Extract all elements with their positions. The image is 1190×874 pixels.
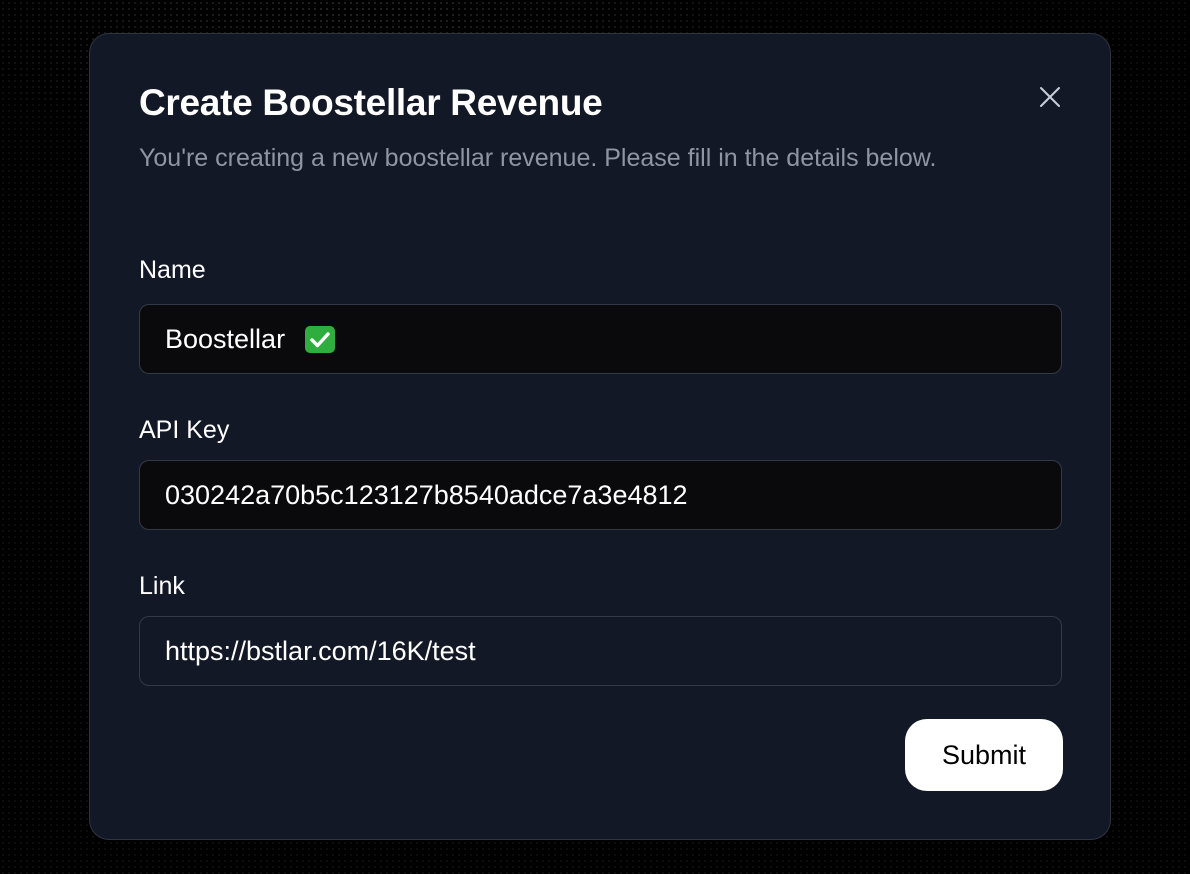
link-label: Link — [139, 572, 185, 600]
api-key-label: API Key — [139, 416, 230, 444]
check-mark-emoji-icon — [305, 326, 335, 353]
dialog-subtitle: You're creating a new boostellar revenue… — [139, 144, 937, 172]
link-input[interactable] — [139, 616, 1062, 686]
dialog-title: Create Boostellar Revenue — [139, 82, 603, 123]
name-label: Name — [139, 256, 206, 284]
create-revenue-dialog: Create Boostellar Revenue You're creatin… — [89, 33, 1111, 840]
close-button[interactable] — [1035, 82, 1065, 112]
name-input[interactable] — [139, 304, 1062, 374]
api-key-input[interactable] — [139, 460, 1062, 530]
submit-button[interactable]: Submit — [905, 719, 1063, 791]
close-icon — [1040, 87, 1060, 107]
